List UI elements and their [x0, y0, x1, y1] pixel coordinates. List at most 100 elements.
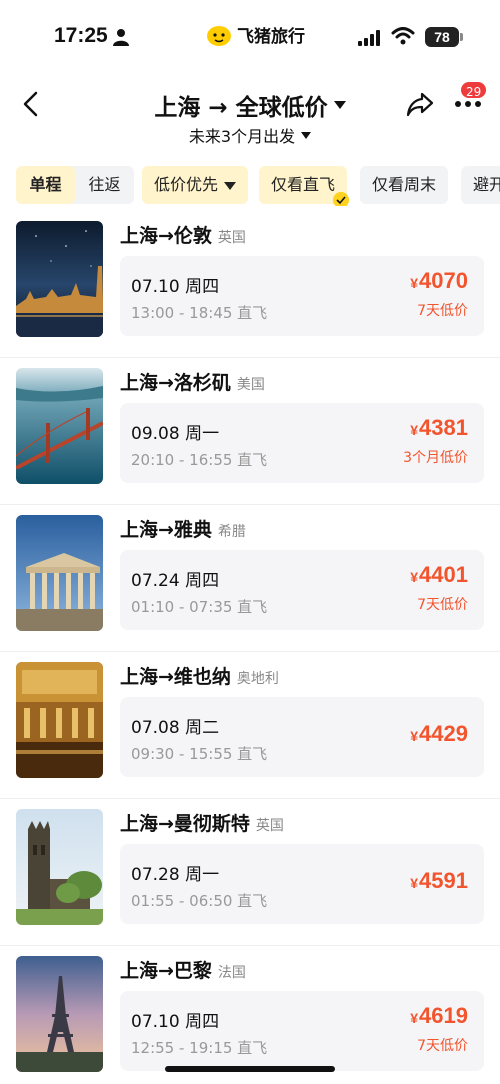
- wifi-icon: [391, 27, 415, 45]
- price-value: 4381: [419, 415, 468, 440]
- status-bar: 17:25 飞猪旅行 78: [0, 0, 500, 70]
- departure-date: 07.10 周四: [131, 1012, 220, 1032]
- trip-type-one-way[interactable]: 单程: [16, 166, 75, 204]
- avoid-label: 避开: [473, 175, 500, 194]
- currency-symbol: ¥: [410, 1010, 419, 1026]
- battery-icon: 78: [425, 27, 459, 47]
- flight-card[interactable]: 07.28 周一 01:55 - 06:50 直飞 ¥4591: [120, 844, 484, 924]
- divider: [0, 945, 500, 946]
- price-value: 4070: [419, 268, 468, 293]
- country-label: 奥地利: [236, 671, 279, 687]
- divider: [0, 798, 500, 799]
- currency-symbol: ¥: [410, 422, 419, 438]
- price-note: 7天低价: [417, 303, 468, 319]
- direct-only-label: 仅看直飞: [271, 175, 336, 194]
- eiffel-tower-photo: [16, 956, 103, 1072]
- flight-card[interactable]: 07.10 周四 12:55 - 19:15 直飞 ¥4619 7天低价: [120, 991, 484, 1071]
- flight-card[interactable]: 07.08 周二 09:30 - 15:55 直飞 ¥4429: [120, 697, 484, 777]
- route-text: 上海→维也纳: [120, 666, 231, 688]
- flight-time: 01:10 - 07:35 直飞: [131, 598, 268, 616]
- trip-type-round-trip[interactable]: 往返: [75, 166, 134, 204]
- flight-time: 20:10 - 16:55 直飞: [131, 451, 268, 469]
- page-title-text: 上海 → 全球低价: [154, 95, 328, 121]
- flight-time: 12:55 - 19:15 直飞: [131, 1039, 268, 1057]
- list-item[interactable]: 上海→雅典 希腊 07.24 周四 01:10 - 07:35 直飞 ¥4401 …: [0, 506, 500, 652]
- route-title: 上海→曼彻斯特 英国: [120, 809, 284, 836]
- signal-icon: [358, 30, 380, 46]
- route-title: 上海→巴黎 法国: [120, 956, 246, 983]
- route-text: 上海→雅典: [120, 519, 212, 541]
- list-item[interactable]: 上海→伦敦 英国 07.10 周四 13:00 - 18:45 直飞 ¥4070 …: [0, 212, 500, 358]
- london-night-photo: [16, 221, 103, 337]
- chevron-down-icon: [224, 181, 237, 190]
- currency-symbol: ¥: [410, 728, 419, 744]
- price: ¥4401: [410, 562, 468, 588]
- flight-card[interactable]: 07.10 周四 13:00 - 18:45 直飞 ¥4070 7天低价: [120, 256, 484, 336]
- price: ¥4591: [410, 868, 468, 894]
- checkmark-icon: [333, 192, 350, 206]
- price: ¥4070: [410, 268, 468, 294]
- price-note: 3个月低价: [403, 450, 468, 466]
- person-icon: [113, 29, 129, 46]
- list-item[interactable]: 上海→洛杉矶 美国 09.08 周一 20:10 - 16:55 直飞 ¥4381…: [0, 359, 500, 505]
- flight-time: 01:55 - 06:50 直飞: [131, 892, 268, 910]
- flight-card[interactable]: 07.24 周四 01:10 - 07:35 直飞 ¥4401 7天低价: [120, 550, 484, 630]
- divider: [0, 504, 500, 505]
- price-value: 4401: [419, 562, 468, 587]
- avoid-chip[interactable]: 避开: [461, 166, 500, 204]
- golden-gate-bridge-photo: [16, 368, 103, 484]
- departure-date: 09.08 周一: [131, 424, 220, 444]
- cathedral-tower-photo: [16, 809, 103, 925]
- divider: [0, 357, 500, 358]
- currency-symbol: ¥: [410, 875, 419, 891]
- country-label: 美国: [236, 377, 265, 393]
- route-text: 上海→曼彻斯特: [120, 813, 250, 835]
- trip-type-toggle: 单程 往返: [16, 166, 134, 204]
- direct-only-chip[interactable]: 仅看直飞: [259, 166, 350, 206]
- share-icon[interactable]: [405, 90, 435, 118]
- weekend-only-chip[interactable]: 仅看周末: [360, 166, 449, 204]
- parthenon-photo: [16, 515, 103, 631]
- list-item[interactable]: 上海→巴黎 法国 07.10 周四 12:55 - 19:15 直飞 ¥4619 …: [0, 947, 500, 1084]
- list-item[interactable]: 上海→曼彻斯特 英国 07.28 周一 01:55 - 06:50 直飞 ¥459…: [0, 800, 500, 946]
- weekend-only-label: 仅看周末: [372, 175, 437, 194]
- sort-low-price-chip[interactable]: 低价优先: [142, 166, 249, 204]
- route-title: 上海→雅典 希腊: [120, 515, 246, 542]
- date-range-selector[interactable]: 未来3个月出发: [0, 123, 500, 147]
- country-label: 英国: [217, 230, 246, 246]
- flight-time: 09:30 - 15:55 直飞: [131, 745, 268, 763]
- price-value: 4429: [419, 721, 468, 746]
- price: ¥4429: [410, 721, 468, 747]
- divider: [0, 651, 500, 652]
- brand-name: 飞猪旅行: [237, 27, 305, 47]
- departure-date: 07.08 周二: [131, 718, 220, 738]
- departure-date: 07.28 周一: [131, 865, 220, 885]
- concert-hall-photo: [16, 662, 103, 778]
- price-value: 4619: [419, 1003, 468, 1028]
- filter-bar: 单程 往返 低价优先 仅看直飞 仅看周末 避开: [16, 166, 500, 206]
- price-note: 7天低价: [417, 1038, 468, 1054]
- notification-badge: 29: [459, 80, 489, 100]
- route-title: 上海→洛杉矶 美国: [120, 368, 265, 395]
- fliggy-logo-icon: [207, 25, 231, 46]
- price-value: 4591: [419, 868, 468, 893]
- flight-card[interactable]: 09.08 周一 20:10 - 16:55 直飞 ¥4381 3个月低价: [120, 403, 484, 483]
- status-time: 17:25: [54, 24, 108, 47]
- brand: 飞猪旅行: [205, 22, 305, 47]
- price-note: 7天低价: [417, 597, 468, 613]
- route-text: 上海→巴黎: [120, 960, 212, 982]
- battery-tip: [460, 33, 463, 41]
- route-text: 上海→洛杉矶: [120, 372, 231, 394]
- date-range-text: 未来3个月出发: [188, 127, 296, 146]
- route-title: 上海→维也纳 奥地利: [120, 662, 279, 689]
- country-label: 法国: [217, 965, 246, 981]
- currency-symbol: ¥: [410, 569, 419, 585]
- flight-time: 13:00 - 18:45 直飞: [131, 304, 268, 322]
- list-item[interactable]: 上海→维也纳 奥地利 07.08 周二 09:30 - 15:55 直飞 ¥442…: [0, 653, 500, 799]
- sort-low-price-label: 低价优先: [154, 175, 219, 194]
- price: ¥4381: [410, 415, 468, 441]
- departure-date: 07.24 周四: [131, 571, 220, 591]
- country-label: 英国: [255, 818, 284, 834]
- route-text: 上海→伦敦: [120, 225, 212, 247]
- chevron-down-icon: [301, 131, 312, 139]
